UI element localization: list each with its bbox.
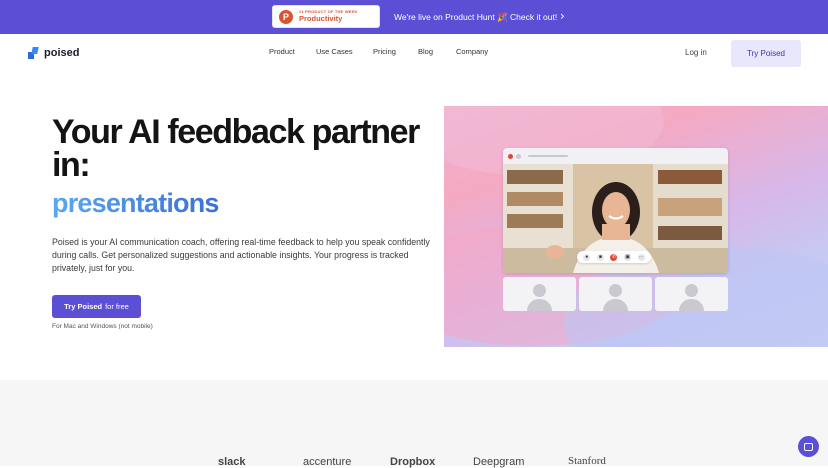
badge-category: Productivity [299, 14, 343, 24]
hero-description: Poised is your AI communication coach, o… [52, 237, 430, 273]
nav-link-product[interactable]: Product [269, 47, 295, 56]
accenture-logo: accenture [303, 456, 352, 468]
platform-note: For Mac and Windows (not mobile) [52, 323, 153, 330]
hero-title: Your AI feedback partner in: [52, 113, 420, 184]
brand-logo[interactable]: poised [28, 47, 79, 59]
chevron-right-icon[interactable]: › [560, 9, 565, 23]
announcement-text[interactable]: We're live on Product Hunt 🎉 Check it ou… [394, 12, 557, 23]
minimize-dot-icon [516, 153, 521, 159]
product-hunt-logo-icon: P [279, 9, 293, 24]
brand-name: poised [44, 47, 80, 59]
chat-bubble-icon [804, 442, 813, 451]
try-poised-free-button[interactable]: Try Poised for free [52, 295, 141, 318]
nav-link-blog[interactable]: Blog [418, 47, 433, 56]
nav-link-use-cases[interactable]: Use Cases [316, 47, 353, 56]
chat-launcher-button[interactable] [798, 436, 819, 457]
dropbox-logo: Dropbox [390, 456, 436, 468]
participant-avatar-icon [609, 284, 622, 297]
mic-icon[interactable]: ● [583, 253, 591, 261]
hero-title-line-1: Your AI feedback partner [52, 113, 420, 151]
nav-link-company[interactable]: Company [456, 47, 488, 56]
stanford-logo: Stanford [568, 455, 606, 467]
hero-title-line-2: in: [52, 146, 91, 184]
participant-avatar-icon [533, 284, 546, 297]
participant-tile [579, 277, 652, 311]
login-link[interactable]: Log in [685, 48, 707, 57]
poised-logo-icon [28, 47, 39, 59]
more-icon[interactable]: ⋯ [637, 253, 645, 261]
deepgram-logo: Deepgram [473, 456, 525, 468]
try-poised-button[interactable]: Try Poised [731, 40, 801, 67]
announcement-bar[interactable]: P #1 PRODUCT OF THE WEEK Productivity We… [0, 0, 828, 34]
title-placeholder [528, 155, 568, 157]
top-nav: poised Product Use Cases Pricing Blog Co… [0, 34, 828, 72]
product-hunt-badge[interactable]: P #1 PRODUCT OF THE WEEK Productivity [272, 5, 380, 28]
close-dot-icon [508, 153, 513, 159]
participant-avatar-icon [685, 284, 698, 297]
participant-tile [655, 277, 728, 311]
camera-icon[interactable]: ■ [596, 253, 604, 261]
slack-logo: slack [218, 456, 246, 468]
participant-tile [503, 277, 576, 311]
end-call-icon[interactable]: ✆ [610, 253, 618, 261]
screen-share-icon[interactable]: ▣ [624, 253, 632, 261]
nav-link-pricing[interactable]: Pricing [373, 47, 396, 56]
cta-rest-label: for free [105, 302, 129, 311]
window-title-bar [503, 148, 728, 164]
call-controls: ● ■ ✆ ▣ ⋯ [577, 251, 651, 263]
cta-bold-label: Try Poised [64, 302, 103, 311]
customer-logos-band [0, 380, 828, 466]
hero-rotating-word: presentations [52, 188, 219, 218]
